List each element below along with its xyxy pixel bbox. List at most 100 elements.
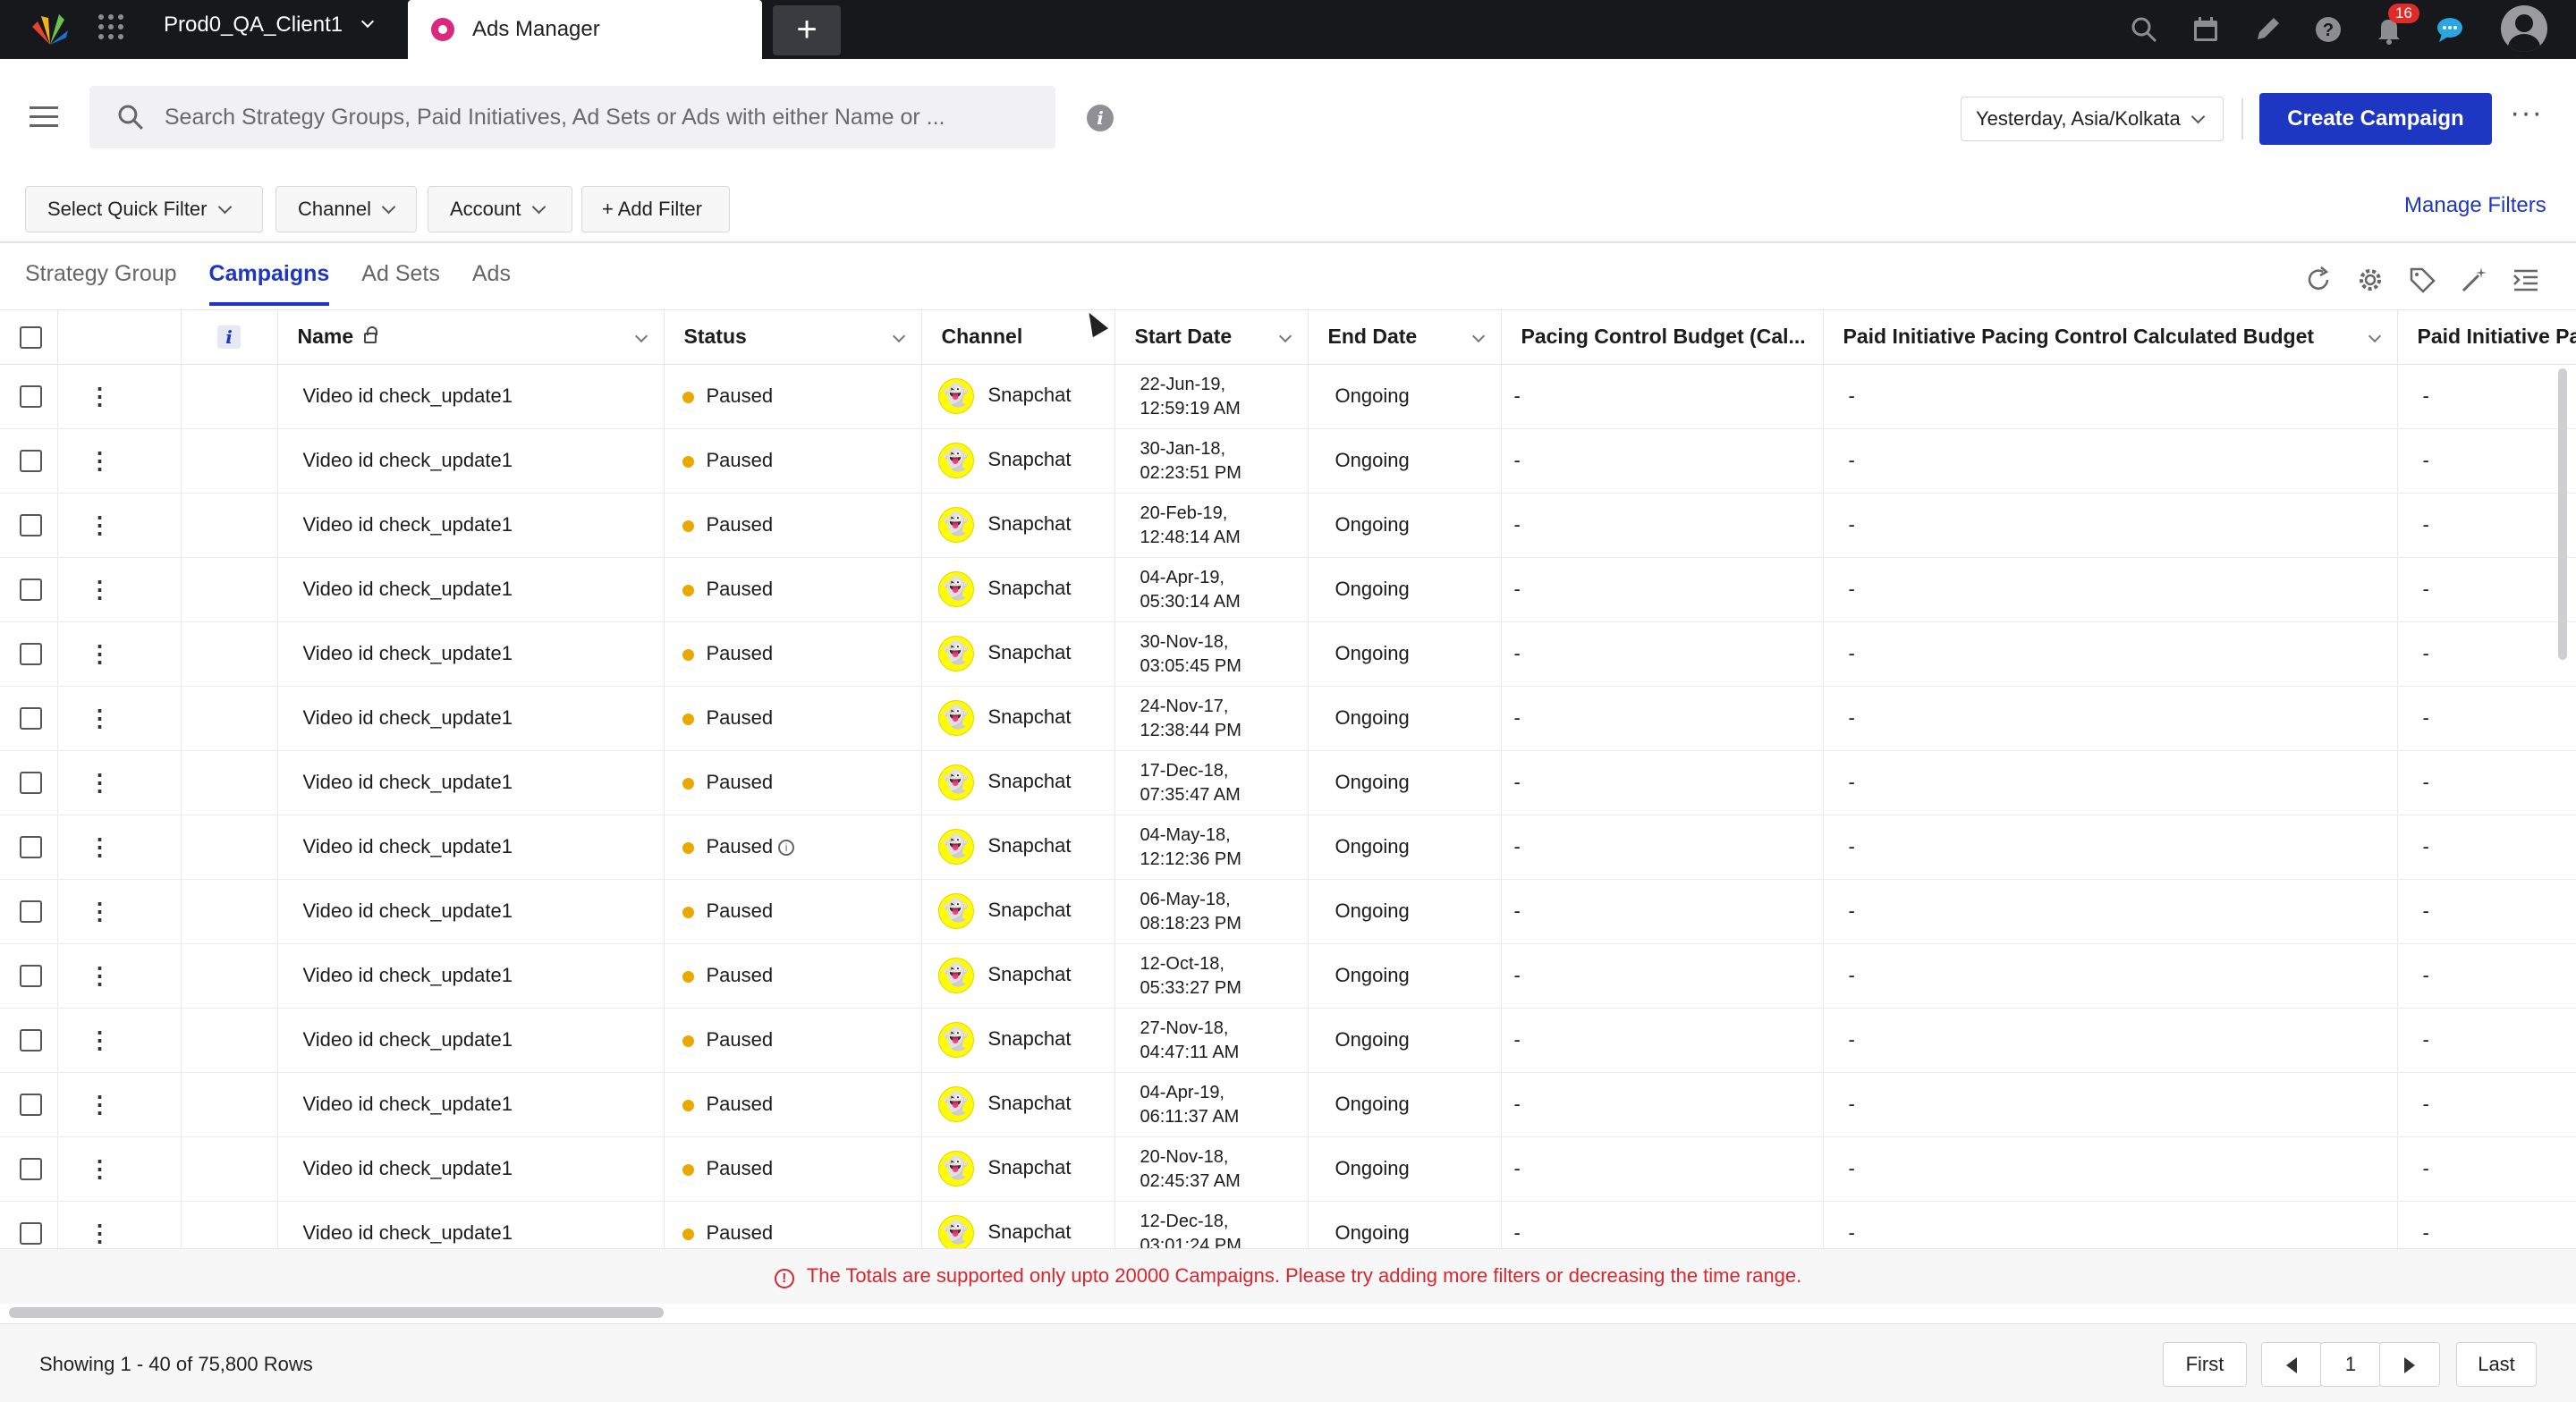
table-row[interactable]: ⋮ Video id check_update1 Paused 👻 Snapchat 17… [0,750,2576,815]
tab-ads[interactable]: Ads [472,261,511,306]
kebab-menu-icon[interactable]: ⋮ [89,447,112,474]
campaign-name[interactable]: Video id check_update1 [303,771,513,793]
add-filter-button[interactable]: + Add Filter [581,186,730,232]
chevron-down-icon[interactable] [892,329,905,343]
name-cell[interactable]: Video id check_update1 [277,557,665,622]
chevron-down-icon[interactable] [2368,329,2381,343]
settings-gear-icon[interactable] [2354,265,2386,295]
name-cell[interactable]: Video id check_update1 [277,943,665,1009]
table-row[interactable]: ⋮ Video id check_update1 Paused 👻 Snapchat 24… [0,686,2576,751]
campaign-name[interactable]: Video id check_update1 [303,578,513,600]
channel-filter-dropdown[interactable]: Channel [275,186,417,232]
row-checkbox[interactable] [20,1094,42,1117]
table-row[interactable]: ⋮ Video id check_update1 Paused 👻 Snapchat 12… [0,943,2576,1009]
column-header-pacing-budget[interactable]: Pacing Control Budget (Cal... [1501,310,1824,365]
campaign-name[interactable]: Video id check_update1 [303,1093,513,1115]
table-row[interactable]: ⋮ Video id check_update1 Paused 👻 Snapchat 12… [0,1201,2576,1248]
table-row[interactable]: ⋮ Video id check_update1 Paused 👻 Snapchat 30… [0,428,2576,494]
info-column-icon[interactable]: i [217,325,241,350]
select-all-checkbox[interactable] [20,326,42,350]
table-row[interactable]: ⋮ Video id check_update1 Paused 👻 Snapchat 20… [0,1136,2576,1202]
kebab-menu-icon[interactable]: ⋮ [89,769,112,796]
quick-filter-dropdown[interactable]: Select Quick Filter [25,186,263,232]
name-cell[interactable]: Video id check_update1 [277,879,665,944]
table-row[interactable]: ⋮ Video id check_update1 Paused 👻 Snapchat 27… [0,1008,2576,1073]
row-checkbox[interactable] [20,1029,42,1052]
chat-icon[interactable] [2435,14,2465,45]
campaign-name[interactable]: Video id check_update1 [303,899,513,922]
more-options-icon[interactable]: ··· [2510,97,2543,128]
table-row[interactable]: ⋮ Video id check_update1 Paused 👻 Snapchat 20… [0,493,2576,558]
table-row[interactable]: ⋮ Video id check_update1 Paused 👻 Snapchat 04… [0,1072,2576,1137]
campaign-name[interactable]: Video id check_update1 [303,706,513,729]
campaign-name[interactable]: Video id check_update1 [303,1028,513,1051]
magic-wand-icon[interactable] [2458,265,2490,295]
table-row[interactable]: ⋮ Video id check_update1 Paused 👻 Snapchat 30… [0,621,2576,687]
name-cell[interactable]: Video id check_update1 [277,493,665,558]
campaign-name[interactable]: Video id check_update1 [303,513,513,536]
name-cell[interactable]: Video id check_update1 [277,364,665,429]
chevron-down-icon[interactable] [1471,329,1485,343]
column-header-pi-other[interactable]: Paid Initiative Pa [2397,310,2576,365]
column-header-pi-pacing-budget[interactable]: Paid Initiative Pacing Control Calculate… [1823,310,2398,365]
row-checkbox[interactable] [20,450,42,473]
current-page[interactable]: 1 [2320,1342,2381,1387]
row-checkbox[interactable] [20,385,42,409]
column-header-status[interactable]: Status [664,310,922,365]
help-icon[interactable]: ? [2313,14,2343,45]
info-icon[interactable]: i [1087,105,1114,131]
chevron-down-icon[interactable] [1278,329,1292,343]
search-input[interactable] [164,104,1055,131]
row-checkbox[interactable] [20,643,42,666]
name-cell[interactable]: Video id check_update1 [277,428,665,494]
menu-icon[interactable] [30,106,58,130]
table-row[interactable]: ⋮ Video id check_update1 Paused i 👻 Snapchat 0… [0,815,2576,880]
name-cell[interactable]: Video id check_update1 [277,621,665,687]
kebab-menu-icon[interactable]: ⋮ [89,833,112,860]
column-settings-icon[interactable] [2510,265,2542,295]
name-cell[interactable]: Video id check_update1 [277,686,665,751]
table-row[interactable]: ⋮ Video id check_update1 Paused 👻 Snapchat 06… [0,879,2576,944]
column-header-name[interactable]: Name [277,310,665,365]
kebab-menu-icon[interactable]: ⋮ [89,576,112,603]
tab-ad-sets[interactable]: Ad Sets [361,261,440,306]
kebab-menu-icon[interactable]: ⋮ [89,705,112,731]
scrollbar-thumb[interactable] [9,1307,664,1318]
column-header-start-date[interactable]: Start Date [1114,310,1309,365]
kebab-menu-icon[interactable]: ⋮ [89,1155,112,1182]
kebab-menu-icon[interactable]: ⋮ [89,1026,112,1053]
campaign-name[interactable]: Video id check_update1 [303,1221,513,1244]
edit-pencil-icon[interactable] [2252,14,2283,45]
tab-strategy-group[interactable]: Strategy Group [25,261,177,306]
campaign-name[interactable]: Video id check_update1 [303,642,513,664]
search-bar[interactable] [89,86,1055,148]
table-row[interactable]: ⋮ Video id check_update1 Paused 👻 Snapchat 04… [0,557,2576,622]
tag-icon[interactable] [2406,265,2438,295]
app-logo-icon[interactable] [30,11,70,46]
name-cell[interactable]: Video id check_update1 [277,1201,665,1248]
create-campaign-button[interactable]: Create Campaign [2259,93,2492,145]
row-checkbox[interactable] [20,836,42,859]
kebab-menu-icon[interactable]: ⋮ [89,383,112,410]
next-page-button[interactable] [2379,1342,2440,1387]
tab-ads-manager[interactable]: Ads Manager [408,0,762,59]
name-cell[interactable]: Video id check_update1 [277,750,665,815]
campaign-name[interactable]: Video id check_update1 [303,449,513,471]
first-page-button[interactable]: First [2163,1342,2247,1387]
calendar-icon[interactable] [2190,14,2221,45]
campaign-name[interactable]: Video id check_update1 [303,964,513,986]
tab-campaigns[interactable]: Campaigns [208,261,330,306]
row-checkbox[interactable] [20,1222,42,1246]
kebab-menu-icon[interactable]: ⋮ [89,898,112,925]
client-selector[interactable]: Prod0_QA_Client1 [164,13,374,38]
new-tab-button[interactable]: + [773,5,841,55]
kebab-menu-icon[interactable]: ⋮ [89,1091,112,1118]
table-row[interactable]: ⋮ Video id check_update1 Paused 👻 Snapchat 22… [0,364,2576,429]
apps-grid-icon[interactable] [97,13,125,41]
row-checkbox[interactable] [20,900,42,924]
info-circle-icon[interactable]: i [778,840,795,857]
name-cell[interactable]: Video id check_update1 [277,815,665,880]
row-checkbox[interactable] [20,514,42,537]
vertical-scrollbar[interactable] [2558,368,2567,660]
row-checkbox[interactable] [20,1158,42,1181]
